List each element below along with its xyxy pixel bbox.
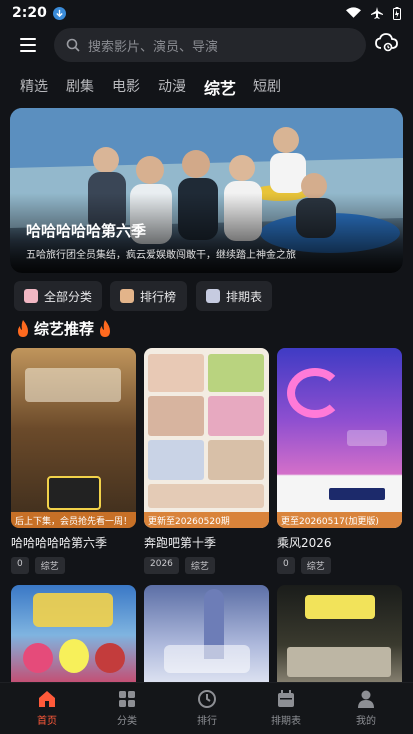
search-icon (66, 38, 80, 52)
schedule-label: 排期表 (226, 289, 263, 304)
airplane-icon (371, 7, 383, 19)
nav-ranking-label: 排行 (197, 716, 217, 727)
card-title: 哈哈哈哈哈第六季 (11, 536, 108, 550)
tag: 综艺 (184, 557, 215, 574)
show-card[interactable] (277, 585, 402, 685)
tag: 0 (277, 557, 295, 574)
nav-profile[interactable]: 我的 (336, 689, 396, 727)
tab-anime[interactable]: 动漫 (158, 76, 186, 96)
card-title: 乘风2026 (277, 536, 332, 550)
nav-ranking[interactable]: 排行 (177, 689, 237, 727)
episode-badge: 更新至20260520期 (144, 512, 269, 528)
tag: 2026 (144, 557, 179, 574)
hero-title: 哈哈哈哈哈第六季 (26, 222, 147, 240)
wifi-icon (346, 7, 361, 18)
tag: 0 (11, 557, 29, 574)
nav-home[interactable]: 首页 (17, 689, 77, 727)
poster: 后上下集，会员抢先看一周！ (11, 348, 136, 528)
calendar-icon (278, 690, 294, 707)
battery-icon (393, 6, 401, 20)
tab-movies[interactable]: 电影 (112, 76, 140, 96)
episode-badge: 后上下集，会员抢先看一周！ (11, 512, 136, 528)
bottom-nav: 首页 分类 排行 排期表 我的 (0, 682, 413, 734)
section-title-text: 综艺推荐 (34, 320, 95, 338)
category-icon (24, 289, 38, 303)
poster: 更新至20260520期 (144, 348, 269, 528)
show-card[interactable] (11, 585, 136, 685)
show-card[interactable]: 更至20260517(加更版) 乘风2026 0 综艺 (277, 348, 402, 574)
tab-featured[interactable]: 精选 (20, 76, 48, 96)
status-time: 2:20 (12, 5, 47, 21)
schedule-button[interactable]: 排期表 (196, 281, 272, 311)
episode-badge: 更至20260517(加更版) (277, 512, 402, 528)
fire-icon (100, 319, 111, 337)
search-placeholder: 搜索影片、演员、导演 (88, 39, 219, 55)
profile-icon (358, 690, 374, 708)
nav-home-label: 首页 (37, 716, 57, 727)
hero-subtitle: 五哈旅行团全员集结，疯云爱娱敢闯敢干，继续踏上神金之旅 (26, 250, 296, 261)
show-card[interactable]: 后上下集，会员抢先看一周！ 哈哈哈哈哈第六季 0 综艺 (11, 348, 136, 574)
ranking-label: 排行榜 (140, 289, 177, 304)
tab-short-drama[interactable]: 短剧 (253, 76, 281, 96)
ranking-button[interactable]: 排行榜 (110, 281, 187, 311)
top-bar: 搜索影片、演员、导演 (0, 28, 413, 64)
tag: 综艺 (34, 557, 65, 574)
status-icons (346, 6, 401, 20)
section-title: 综艺推荐 (16, 318, 112, 339)
schedule-icon (206, 289, 220, 303)
nav-schedule[interactable]: 排期表 (256, 689, 316, 727)
show-card[interactable]: 更新至20260520期 奔跑吧第十季 2026 综艺 (144, 348, 269, 574)
nav-profile-label: 我的 (356, 716, 376, 727)
home-icon (39, 691, 55, 707)
tab-variety[interactable]: 综艺 (204, 75, 236, 99)
tab-series[interactable]: 剧集 (66, 76, 94, 96)
show-card[interactable] (144, 585, 269, 685)
ranking-icon (198, 690, 216, 708)
all-categories-button[interactable]: 全部分类 (14, 281, 102, 311)
fire-icon (18, 319, 28, 337)
poster: 更至20260517(加更版) (277, 348, 402, 528)
poster (144, 585, 269, 685)
card-title: 奔跑吧第十季 (144, 536, 217, 550)
status-bar: 2:20 (0, 0, 413, 26)
all-categories-label: 全部分类 (44, 289, 93, 304)
poster (277, 585, 402, 685)
nav-category[interactable]: 分类 (97, 689, 157, 727)
hero-banner[interactable]: 哈哈哈哈哈第六季 五哈旅行团全员集结，疯云爱娱敢闯敢干，继续踏上神金之旅 (10, 108, 403, 273)
category-tabs: 精选 剧集 电影 动漫 综艺 短剧 (0, 76, 413, 102)
download-icon (52, 6, 66, 20)
tag: 综艺 (300, 557, 331, 574)
menu-icon[interactable] (20, 38, 36, 52)
nav-schedule-label: 排期表 (271, 716, 301, 727)
nav-category-label: 分类 (117, 716, 137, 727)
poster (11, 585, 136, 685)
cloud-sync-icon[interactable] (375, 32, 399, 54)
ranking-icon (120, 289, 134, 303)
grid-icon (119, 691, 135, 707)
search-input[interactable]: 搜索影片、演员、导演 (54, 28, 366, 62)
